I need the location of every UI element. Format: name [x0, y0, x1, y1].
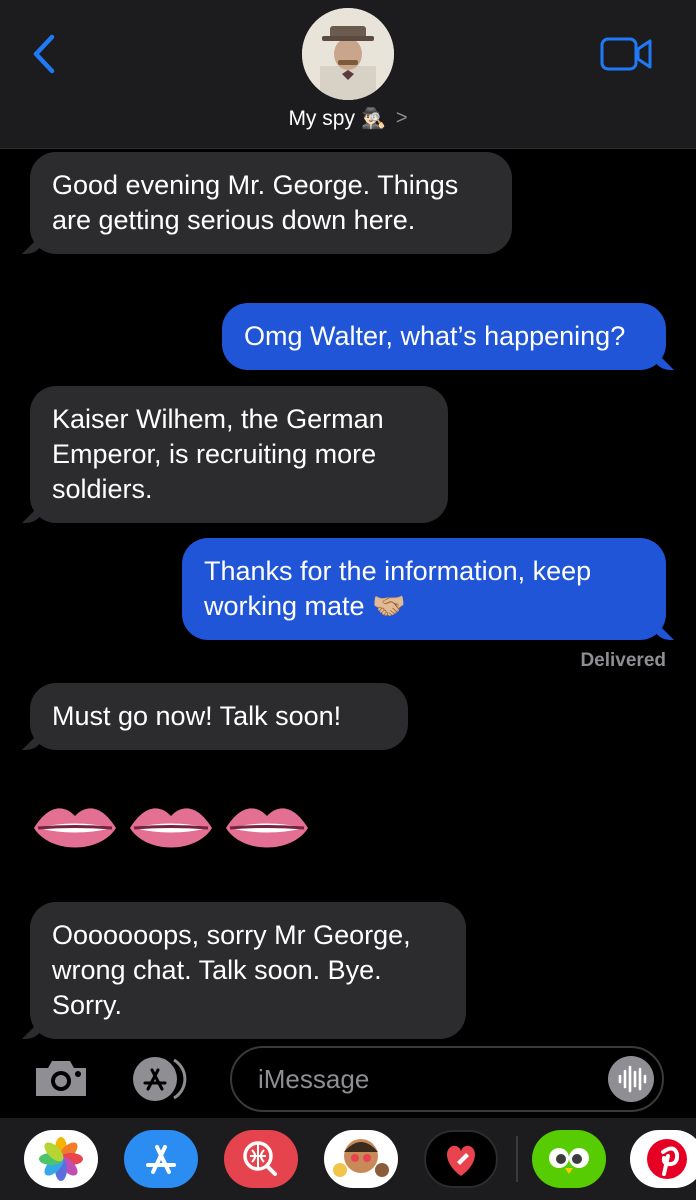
conversation-header: My spy 🕵🏻‍♂️ >	[0, 0, 696, 149]
lips-emoji-icon	[32, 796, 118, 865]
photos-app-icon[interactable]	[24, 1130, 98, 1188]
app-drawer	[0, 1118, 696, 1200]
memoji-icon[interactable]	[324, 1130, 398, 1188]
message-bubble-incoming[interactable]: Ooooooops, sorry Mr George, wrong chat. …	[30, 902, 466, 1039]
message-text-field[interactable]	[256, 1048, 600, 1111]
message-bubble-incoming[interactable]: Kaiser Wilhem, the German Emperor, is re…	[30, 386, 448, 523]
lips-emoji-icon	[224, 796, 310, 865]
contact-avatar[interactable]	[302, 8, 394, 100]
delivered-status: Delivered	[580, 650, 666, 671]
imessage-input[interactable]	[230, 1046, 664, 1112]
app-store-icon[interactable]	[128, 1056, 198, 1102]
duolingo-icon[interactable]	[532, 1130, 606, 1188]
message-bubble-incoming[interactable]: Good evening Mr. George. Things are gett…	[30, 152, 512, 254]
contact-name: My spy	[288, 106, 355, 130]
web-search-icon[interactable]	[224, 1130, 298, 1188]
contact-emoji: 🕵🏻‍♂️	[360, 108, 386, 130]
tray-divider	[516, 1136, 518, 1182]
emoji-message[interactable]: 👄👄👄	[32, 796, 310, 865]
camera-icon[interactable]	[32, 1056, 90, 1100]
pinterest-icon[interactable]	[630, 1130, 696, 1188]
message-bubble-outgoing[interactable]: Thanks for the information, keep working…	[182, 538, 666, 640]
back-chevron-icon[interactable]	[28, 34, 64, 74]
app-store-tray-icon[interactable]	[124, 1130, 198, 1188]
digital-touch-icon[interactable]	[424, 1130, 498, 1188]
audio-waveform-icon[interactable]	[608, 1056, 654, 1102]
lips-emoji-icon	[128, 796, 214, 865]
chevron-right-icon: >	[395, 107, 408, 129]
contact-name-row[interactable]: My spy 🕵🏻‍♂️ >	[0, 106, 696, 131]
video-camera-icon[interactable]	[600, 36, 654, 72]
message-bubble-incoming[interactable]: Must go now! Talk soon!	[30, 683, 408, 750]
message-composer	[0, 1040, 696, 1118]
message-bubble-outgoing[interactable]: Omg Walter, what’s happening?	[222, 303, 666, 370]
